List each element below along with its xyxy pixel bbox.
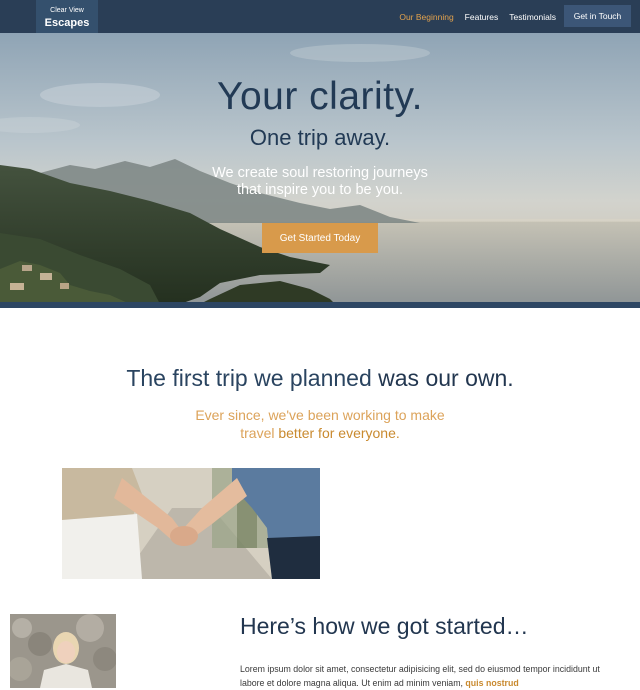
story-subheading: Ever since, we've been working to make t…	[190, 406, 450, 442]
hero-subtitle: One trip away.	[249, 125, 391, 150]
get-in-touch-button[interactable]: Get in Touch	[564, 5, 631, 27]
story-subheading-accent: better for everyone.	[278, 425, 400, 441]
founder-photo	[10, 614, 116, 688]
how-we-started-text: Lorem ipsum dolor sit amet, consectetur …	[240, 662, 600, 690]
hero-title: Your clarity.	[217, 75, 423, 118]
hero-description: We create soul restoring journeys that i…	[212, 165, 428, 198]
logo-line-2: Escapes	[44, 17, 90, 29]
nav-link-our-beginning[interactable]: Our Beginning	[399, 12, 453, 22]
hero-section: Your clarity. One trip away. We create s…	[0, 33, 640, 304]
logo-line-1: Clear View	[50, 7, 84, 14]
how-we-started-heading: Here’s how we got started…	[240, 613, 529, 639]
site-logo[interactable]: Clear View Escapes	[36, 0, 98, 33]
story-heading-light: The first trip we planned	[126, 365, 379, 391]
nav-link-testimonials[interactable]: Testimonials	[509, 12, 556, 22]
story-heading: The first trip we planned was our own.	[0, 365, 640, 392]
nav-links: Our Beginning Features Testimonials	[399, 0, 556, 33]
holding-hands-photo	[62, 468, 320, 579]
story-heading-bold: was our own.	[378, 365, 514, 391]
top-navbar: Clear View Escapes Our Beginning Feature…	[0, 0, 640, 33]
hero-bottom-bar	[0, 302, 640, 308]
lorem-text-plain: Lorem ipsum dolor sit amet, consectetur …	[240, 664, 600, 688]
get-started-button[interactable]: Get Started Today	[262, 223, 378, 253]
nav-link-features[interactable]: Features	[465, 12, 499, 22]
lorem-text-accent: quis nostrud	[465, 678, 519, 688]
